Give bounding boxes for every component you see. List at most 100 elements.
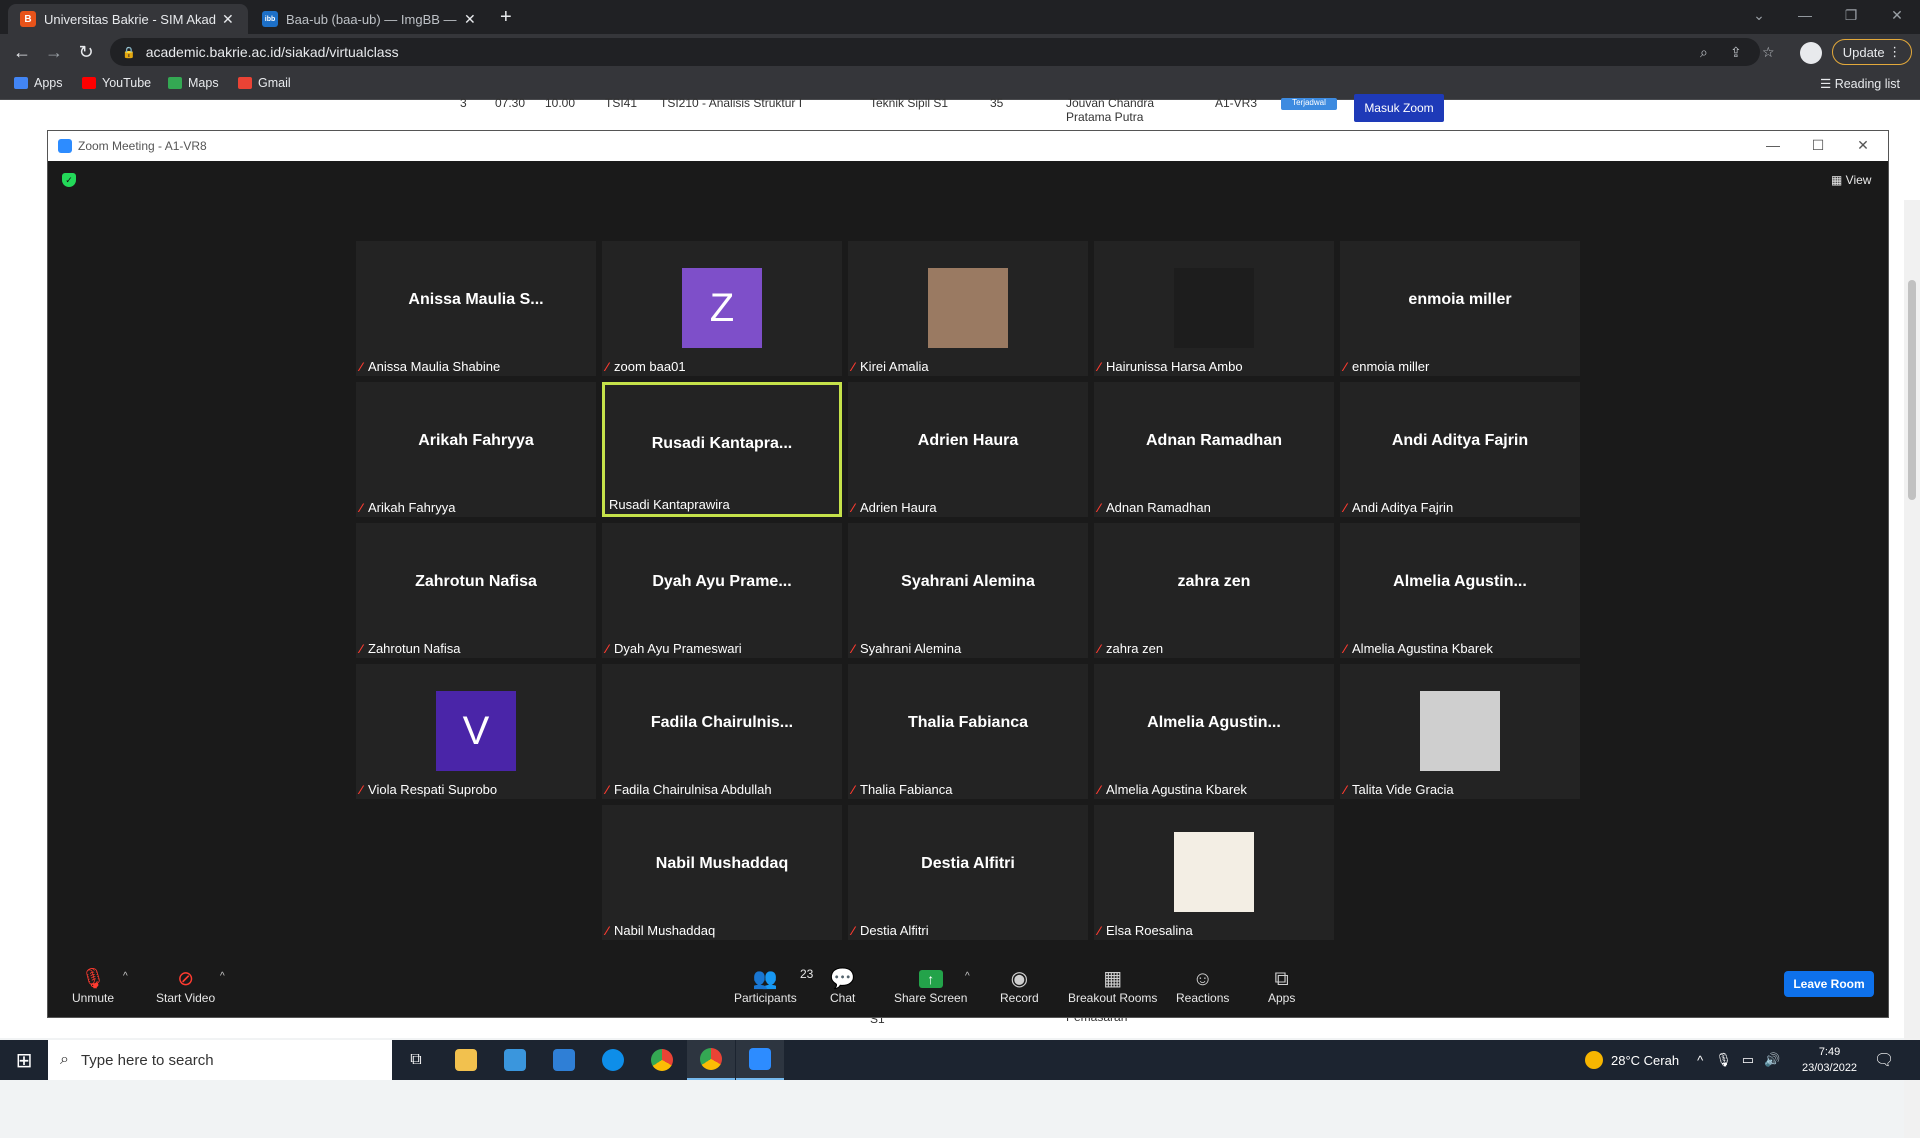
avatar: V [436,691,516,771]
update-label: Update [1842,44,1885,60]
reactions-button[interactable]: ☺ Reactions [1176,967,1229,1005]
ms-store-icon[interactable] [491,1040,539,1080]
participant-tile[interactable]: ⁄ Talita Vide Gracia [1340,664,1580,799]
bookmark-gmail[interactable]: Gmail [238,76,291,90]
back-icon[interactable]: ← [10,40,34,64]
participant-tile[interactable]: Adrien Haura ⁄ Adrien Haura [848,382,1088,517]
chrome-icon[interactable] [638,1040,686,1080]
microphone-icon[interactable]: 🎙 [1715,1052,1732,1068]
mail-icon[interactable] [540,1040,588,1080]
close-window-button[interactable]: ✕ [1874,0,1920,30]
minimize-button[interactable]: — [1782,0,1828,30]
participant-name: Zahrotun Nafisa [368,641,461,656]
view-button[interactable]: ▦ View [1831,173,1871,187]
breakout-rooms-button[interactable]: ▦ Breakout Rooms [1068,967,1157,1005]
participant-tile[interactable]: V ⁄ Viola Respati Suprobo [356,664,596,799]
participant-tile[interactable]: Almelia Agustin... ⁄ Almelia Agustina Kbar… [1340,523,1580,658]
participant-tile[interactable]: Rusadi Kantapra... Rusadi Kantaprawira [602,382,842,517]
participant-tile[interactable]: Almelia Agustin... ⁄ Almelia Agustina Kbar… [1094,664,1334,799]
unmute-button[interactable]: 🎙 Unmute [72,967,114,1005]
participant-name: Fadila Chairulnisa Abdullah [614,782,772,797]
bookmark-star-icon[interactable]: ☆ [1762,44,1775,61]
share-icon[interactable]: ⇪ [1730,44,1742,61]
mic-muted-icon: ⁄ [852,359,855,374]
taskbar-search-input[interactable]: ⌕ Type here to search [48,1040,392,1080]
chat-icon: 💬 [830,968,856,990]
participant-tile[interactable]: Syahrani Alemina ⁄ Syahrani Alemina [848,523,1088,658]
encryption-shield-icon[interactable]: ✓ [62,173,76,187]
apps-button[interactable]: ⧉ Apps [1268,967,1295,1005]
reload-icon[interactable]: ↻ [74,40,98,64]
update-button[interactable]: Update ⋮ [1832,39,1912,65]
new-tab-button[interactable]: + [500,6,512,29]
participant-tile[interactable]: Nabil Mushaddaq ⁄ Nabil Mushaddaq [602,805,842,940]
restore-button[interactable]: ❐ [1828,0,1874,30]
participant-display-name: Anissa Maulia S... [408,291,544,308]
close-tab-icon[interactable]: ✕ [464,11,476,28]
start-video-button[interactable]: ⊘ Start Video [156,967,215,1005]
profile-avatar[interactable] [1800,42,1822,64]
reading-list-button[interactable]: ☰ Reading list [1820,76,1900,91]
participant-tile[interactable]: Andi Aditya Fajrin ⁄ Andi Aditya Fajrin [1340,382,1580,517]
leave-room-button[interactable]: Leave Room [1784,971,1874,997]
participant-name-label: ⁄ Andi Aditya Fajrin [1344,500,1453,515]
teamviewer-icon[interactable] [589,1040,637,1080]
participant-tile[interactable]: Z ⁄ zoom baa01 [602,241,842,376]
participant-tile[interactable]: zahra zen ⁄ zahra zen [1094,523,1334,658]
zoom-minimize-button[interactable]: — [1758,137,1788,153]
participant-tile[interactable]: Arikah Fahryya ⁄ Arikah Fahryya [356,382,596,517]
page-scrollbar[interactable] [1904,200,1920,1138]
participant-tile[interactable]: Thalia Fabianca ⁄ Thalia Fabianca [848,664,1088,799]
file-explorer-icon[interactable] [442,1040,490,1080]
share-screen-button[interactable]: ↑ Share Screen [894,967,967,1005]
zoom-close-button[interactable]: ✕ [1848,137,1878,154]
tab-imgbb[interactable]: ibb Baa-ub (baa-ub) — ImgBB — Lainnya ✕ [250,4,490,34]
windows-start-icon[interactable]: ⊞ [0,1040,48,1080]
zoom-app-icon[interactable] [736,1040,784,1080]
participant-name-label: ⁄ enmoia miller [1344,359,1429,374]
share-options-caret[interactable]: ^ [965,971,970,982]
participant-tile[interactable]: Destia Alfitri ⁄ Destia Alfitri [848,805,1088,940]
scrollbar-thumb[interactable] [1908,280,1916,500]
chat-button[interactable]: 💬 Chat [830,967,855,1005]
zoom-maximize-button[interactable]: ☐ [1803,137,1833,154]
network-icon[interactable]: ▭ [1742,1052,1754,1068]
video-options-caret[interactable]: ^ [220,971,225,982]
participant-name-label: ⁄ zahra zen [1098,641,1163,656]
participants-button[interactable]: 👥 Participants [734,967,797,1005]
bookmarks-bar: Apps YouTube Maps Gmail ☰ Reading list [0,70,1920,100]
participant-tile[interactable]: ⁄ Hairunissa Harsa Ambo [1094,241,1334,376]
tab-sim-akademik[interactable]: B Universitas Bakrie - SIM Akademik ✕ [8,4,248,34]
notifications-icon[interactable]: 🗨 [1874,1050,1894,1070]
participant-tile[interactable]: ⁄ Kirei Amalia [848,241,1088,376]
masuk-zoom-button[interactable]: Masuk Zoom [1354,94,1444,122]
tab-search-icon[interactable]: ⌄ [1736,0,1782,30]
weather-text[interactable]: 28°C Cerah [1611,1053,1679,1068]
tray-chevron-icon[interactable]: ^ [1697,1053,1703,1068]
bookmark-apps[interactable]: Apps [14,76,63,90]
bookmark-maps[interactable]: Maps [168,76,219,90]
unmute-label: Unmute [72,991,115,1005]
participant-tile[interactable]: Dyah Ayu Prame... ⁄ Dyah Ayu Prameswari [602,523,842,658]
address-bar[interactable]: 🔒 academic.bakrie.ac.id/siakad/virtualcl… [110,38,1760,66]
participant-tile[interactable]: Zahrotun Nafisa ⁄ Zahrotun Nafisa [356,523,596,658]
volume-icon[interactable]: 🔊 [1764,1052,1780,1068]
zoom-search-icon[interactable]: ⌕ [1700,44,1708,61]
participant-tile[interactable]: Fadila Chairulnis... ⁄ Fadila Chairulnisa … [602,664,842,799]
participant-tile[interactable]: Anissa Maulia S... ⁄ Anissa Maulia Shabine [356,241,596,376]
forward-icon[interactable]: → [42,40,66,64]
participant-tile[interactable]: enmoia miller ⁄ enmoia miller [1340,241,1580,376]
record-button[interactable]: ◉ Record [1000,967,1039,1005]
audio-options-caret[interactable]: ^ [123,971,128,982]
task-view-icon[interactable]: ⧉ [392,1040,440,1080]
chrome-running-icon[interactable] [687,1040,735,1080]
bookmark-youtube[interactable]: YouTube [82,76,151,90]
mic-muted-icon: ⁄ [1098,359,1101,374]
participant-name-label: ⁄ Dyah Ayu Prameswari [606,641,742,656]
close-tab-icon[interactable]: ✕ [222,11,234,28]
participant-tile[interactable]: Adnan Ramadhan ⁄ Adnan Ramadhan [1094,382,1334,517]
participant-display-name: Destia Alfitri [921,855,1015,872]
clock[interactable]: 7:49 23/03/2022 [1802,1044,1857,1076]
youtube-icon [82,77,96,89]
participant-tile[interactable]: ⁄ Elsa Roesalina [1094,805,1334,940]
